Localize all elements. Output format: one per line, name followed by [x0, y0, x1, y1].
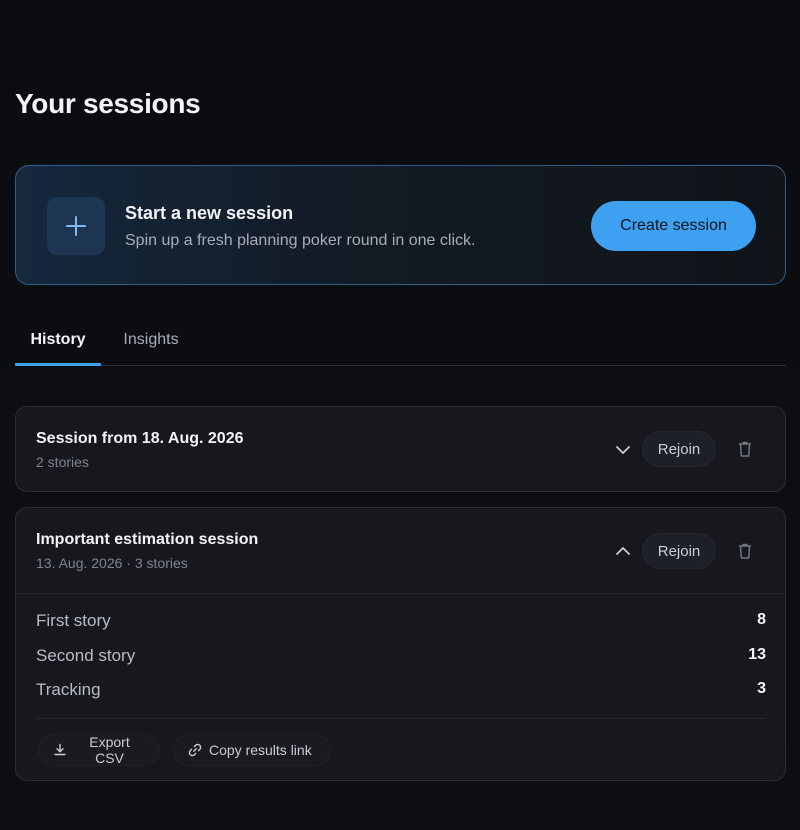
plus-icon — [47, 197, 105, 255]
export-csv-label: Export CSV — [89, 734, 130, 766]
story-points: 13 — [748, 646, 766, 663]
session-meta: 2 stories — [36, 454, 89, 470]
rejoin-button[interactable]: Rejoin — [642, 431, 716, 467]
card-divider — [16, 593, 785, 594]
story-points: 8 — [757, 611, 766, 628]
chevron-down-icon[interactable] — [614, 441, 632, 459]
session-title: Important estimation session — [36, 531, 259, 548]
story-points: 3 — [757, 680, 766, 697]
copy-results-link-label: Copy results link — [209, 742, 312, 758]
tab-insights[interactable]: Insights — [115, 315, 187, 365]
story-row: Second story 13 — [36, 646, 766, 670]
copy-results-link-button[interactable]: Copy results link — [173, 734, 331, 766]
session-card[interactable]: Important estimation session 13. Aug. 20… — [15, 507, 786, 781]
trash-icon[interactable] — [737, 440, 753, 458]
story-name: First story — [36, 611, 111, 630]
tab-history-label: History — [30, 331, 86, 348]
story-row: Tracking 3 — [36, 680, 766, 704]
tab-bar: History Insights — [15, 315, 786, 366]
active-tab-indicator — [15, 363, 101, 366]
story-name: Tracking — [36, 680, 101, 699]
story-name: Second story — [36, 646, 136, 665]
session-meta: 13. Aug. 2026 · 3 stories — [36, 555, 188, 571]
tab-history[interactable]: History — [15, 315, 101, 366]
actions-divider — [36, 718, 766, 719]
create-session-button[interactable]: Create session — [591, 201, 756, 251]
export-csv-button[interactable]: Export CSV — [38, 734, 160, 766]
chevron-up-icon[interactable] — [614, 542, 632, 560]
new-session-card: Start a new session Spin up a fresh plan… — [15, 165, 786, 285]
new-session-title: Start a new session — [125, 203, 294, 223]
story-row: First story 8 — [36, 611, 766, 635]
session-card[interactable]: Session from 18. Aug. 2026 2 stories Rej… — [15, 406, 786, 492]
sessions-page: Your sessions Start a new session Spin u… — [0, 0, 800, 830]
rejoin-button[interactable]: Rejoin — [642, 533, 716, 569]
download-icon — [54, 743, 66, 756]
session-title: Session from 18. Aug. 2026 — [36, 430, 244, 447]
tab-insights-label: Insights — [123, 331, 179, 348]
new-session-subtitle: Spin up a fresh planning poker round in … — [125, 232, 476, 249]
trash-icon[interactable] — [737, 542, 753, 560]
page-title: Your sessions — [15, 88, 201, 119]
link-icon — [188, 743, 202, 757]
